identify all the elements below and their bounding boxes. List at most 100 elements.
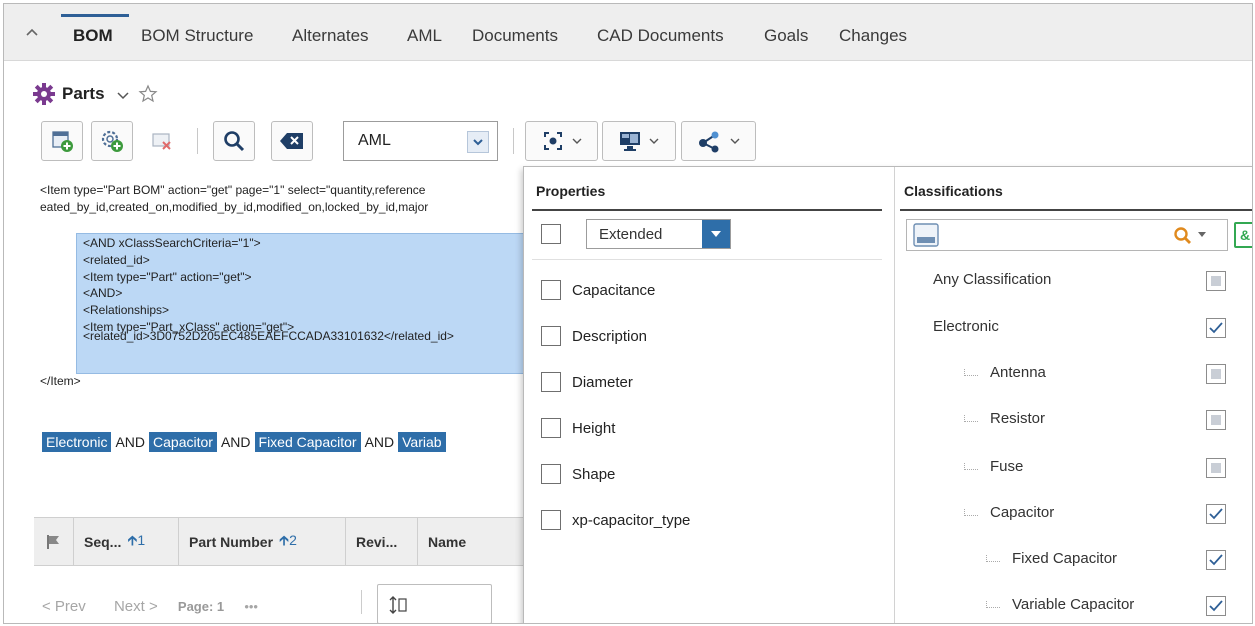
tab-bom[interactable]: BOM xyxy=(73,26,113,46)
chevron-down-icon[interactable] xyxy=(116,89,130,103)
search-icon[interactable] xyxy=(1173,226,1193,246)
properties-heading: Properties xyxy=(536,183,606,199)
aml-selected-block[interactable]: <AND xClassSearchCriteria="1"> <related_… xyxy=(76,233,524,374)
aml-line: <Item type="Part BOM" action="get" page=… xyxy=(40,183,426,197)
classification-label: Any Classification xyxy=(933,271,1052,288)
clear-search-button[interactable] xyxy=(271,121,313,161)
classification-checkbox[interactable] xyxy=(1206,410,1226,430)
criteria-chip[interactable]: Capacitor xyxy=(149,432,217,452)
caret-down-icon[interactable] xyxy=(1197,231,1207,239)
property-checkbox[interactable] xyxy=(541,372,561,392)
property-checkbox[interactable] xyxy=(541,418,561,438)
tree-connector xyxy=(964,509,978,516)
logical-and-toggle[interactable]: & xyxy=(1234,222,1252,248)
grid-header: Seq... 🡱1 Part Number 🡱2 Revi... Name xyxy=(34,517,528,566)
classification-label: Electronic xyxy=(933,318,999,335)
property-label: Shape xyxy=(572,466,616,483)
chevron-down-icon[interactable] xyxy=(702,220,730,248)
active-tab-indicator xyxy=(61,14,129,17)
column-name[interactable]: Name xyxy=(418,518,528,565)
property-checkbox[interactable] xyxy=(541,464,561,484)
property-label: Diameter xyxy=(572,374,633,391)
remove-item-button[interactable] xyxy=(141,121,183,161)
column-seq[interactable]: Seq... 🡱1 xyxy=(74,518,179,565)
property-checkbox[interactable] xyxy=(541,326,561,346)
aml-line: <related_id> xyxy=(83,252,150,267)
layout-button[interactable] xyxy=(602,121,676,161)
chevron-down-icon xyxy=(572,138,581,144)
aml-line: </Item> xyxy=(40,374,81,388)
next-page-button[interactable]: Next > xyxy=(114,598,158,615)
sort-indicator: 🡱1 xyxy=(127,531,146,548)
column-part-number[interactable]: Part Number 🡱2 xyxy=(179,518,346,565)
property-checkbox[interactable] xyxy=(541,280,561,300)
classification-checkbox[interactable] xyxy=(1206,318,1226,338)
new-item-button[interactable] xyxy=(41,121,83,161)
property-label: Height xyxy=(572,420,616,437)
column-label: Revi... xyxy=(356,533,398,550)
tab-goals[interactable]: Goals xyxy=(764,26,808,46)
delete-icon xyxy=(152,133,171,150)
classification-label: Fixed Capacitor xyxy=(1012,550,1118,567)
page-indicator: Page: 1 xyxy=(177,599,225,614)
criteria-chip[interactable]: Variab xyxy=(398,432,446,452)
aml-query-text[interactable]: <Item type="Part BOM" action="get" page=… xyxy=(40,182,530,215)
property-label: Capacitance xyxy=(572,282,656,299)
classification-checkbox[interactable] xyxy=(1206,596,1226,616)
select-all-properties-checkbox[interactable] xyxy=(541,224,561,244)
flag-column[interactable] xyxy=(34,518,74,565)
properties-mode-select[interactable]: Extended xyxy=(586,219,731,249)
query-type-select[interactable]: AML xyxy=(343,121,498,161)
search-button[interactable] xyxy=(213,121,255,161)
tab-bom-structure[interactable]: BOM Structure xyxy=(141,26,253,46)
app-frame: BOM BOM Structure Alternates AML Documen… xyxy=(3,3,1253,624)
monitor-icon xyxy=(620,132,640,151)
classification-label: Resistor xyxy=(990,410,1046,427)
view-mode-button[interactable] xyxy=(525,121,598,161)
chevron-down-icon[interactable] xyxy=(467,131,489,153)
criteria-chip[interactable]: Fixed Capacitor xyxy=(254,432,361,452)
classification-checkbox[interactable] xyxy=(1206,550,1226,570)
classification-checkbox[interactable] xyxy=(1206,271,1226,291)
properties-mode-value: Extended xyxy=(599,226,663,243)
properties-separator xyxy=(532,259,882,260)
search-icon xyxy=(224,131,245,152)
chevron-up-icon[interactable] xyxy=(24,24,40,40)
column-label: Name xyxy=(428,533,467,550)
chevron-down-icon xyxy=(730,138,739,144)
tab-alternates[interactable]: Alternates xyxy=(292,26,369,46)
criteria-joiner: AND xyxy=(220,434,251,450)
add-related-button[interactable] xyxy=(91,121,133,161)
aml-line: <Item type="Part" action="get"> xyxy=(83,269,252,284)
classification-checkbox[interactable] xyxy=(1206,458,1226,478)
new-item-icon xyxy=(52,131,73,152)
toolbar-separator xyxy=(513,128,514,154)
column-revision[interactable]: Revi... xyxy=(346,518,418,565)
tab-changes[interactable]: Changes xyxy=(839,26,907,46)
classification-checkbox[interactable] xyxy=(1206,504,1226,524)
gear-icon xyxy=(33,83,55,105)
target-icon xyxy=(543,132,562,150)
tree-connector xyxy=(986,555,1000,562)
star-icon[interactable] xyxy=(138,84,158,104)
tree-connector xyxy=(986,601,1000,608)
panel-view-icon[interactable] xyxy=(913,223,939,247)
criteria-chip[interactable]: Electronic xyxy=(42,432,112,452)
tree-connector xyxy=(964,463,978,470)
tab-cad-documents[interactable]: CAD Documents xyxy=(597,26,724,46)
page-size-input[interactable] xyxy=(377,584,492,623)
classification-search-input[interactable] xyxy=(906,219,1228,251)
more-pages-button[interactable]: ••• xyxy=(244,599,258,614)
toolbar-separator xyxy=(197,128,198,154)
share-button[interactable] xyxy=(681,121,756,161)
heading-underline xyxy=(900,209,1252,211)
property-checkbox[interactable] xyxy=(541,510,561,530)
row-height-icon xyxy=(389,596,407,614)
tab-aml[interactable]: AML xyxy=(407,26,442,46)
criteria-joiner: AND xyxy=(115,434,146,450)
pager-separator xyxy=(361,590,362,614)
aml-line: <AND xClassSearchCriteria="1"> xyxy=(83,236,261,250)
classification-checkbox[interactable] xyxy=(1206,364,1226,384)
tab-documents[interactable]: Documents xyxy=(472,26,558,46)
prev-page-button[interactable]: < Prev xyxy=(42,598,86,615)
